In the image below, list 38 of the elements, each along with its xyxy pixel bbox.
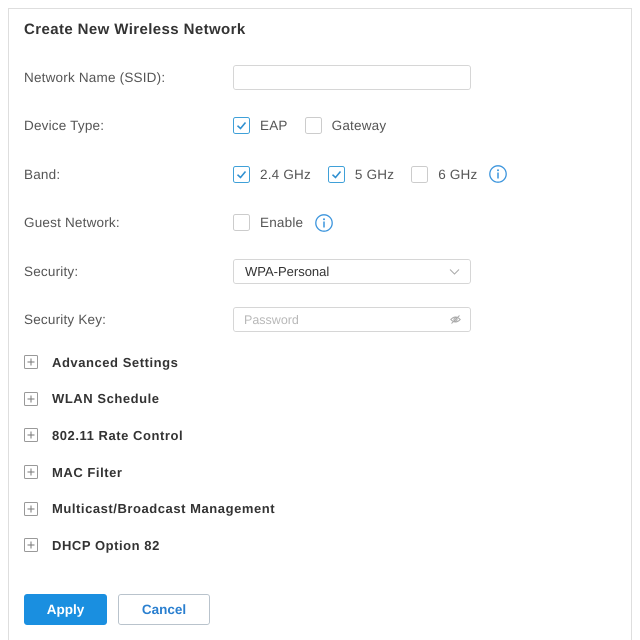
section-toggle[interactable]: MAC Filter: [52, 464, 122, 480]
checkbox[interactable]: [411, 166, 428, 183]
plus-icon[interactable]: [24, 502, 38, 516]
info-icon[interactable]: [489, 165, 508, 184]
checkbox-label: Enable: [260, 215, 304, 230]
section-toggle[interactable]: Advanced Settings: [52, 354, 178, 370]
section-toggle[interactable]: DHCP Option 82: [52, 538, 160, 553]
plus-icon[interactable]: [24, 392, 38, 406]
checkbox[interactable]: [233, 117, 250, 134]
field-label: Security:: [24, 264, 80, 279]
password-field[interactable]: Password: [233, 307, 471, 332]
cancel-button[interactable]: Cancel: [118, 594, 210, 626]
field-label: Device Type:: [24, 118, 106, 134]
plus-icon[interactable]: [24, 428, 38, 442]
checkbox[interactable]: [233, 214, 250, 232]
checkbox-label: Gateway: [332, 118, 386, 134]
section-toggle[interactable]: WLAN Schedule: [52, 391, 160, 406]
panel-title: Create New Wireless Network: [24, 20, 246, 40]
checkbox-label: 5 GHz: [354, 166, 394, 182]
checkbox[interactable]: [304, 117, 322, 134]
select-dropdown[interactable]: WPA-Personal: [233, 258, 471, 284]
section-toggle[interactable]: Multicast/Broadcast Management: [52, 501, 276, 516]
plus-icon[interactable]: [24, 465, 38, 480]
input-field[interactable]: [233, 64, 471, 90]
checkbox-label: 2.4 GHz: [260, 166, 311, 182]
section-toggle[interactable]: 802.11 Rate Control: [52, 428, 184, 443]
checkbox-label: EAP: [260, 118, 288, 134]
field-label: Guest Network:: [24, 215, 121, 230]
plus-icon[interactable]: [24, 538, 38, 552]
plus-icon[interactable]: [24, 355, 38, 370]
checkbox[interactable]: [233, 166, 250, 183]
field-label: Band:: [24, 166, 62, 182]
checkbox-label: 6 GHz: [438, 166, 478, 182]
field-label: Network Name (SSID):: [24, 70, 166, 85]
eye-slash-icon[interactable]: [450, 314, 461, 326]
field-label: Security Key:: [24, 312, 108, 328]
info-icon[interactable]: [315, 214, 334, 232]
checkbox[interactable]: [328, 166, 345, 183]
